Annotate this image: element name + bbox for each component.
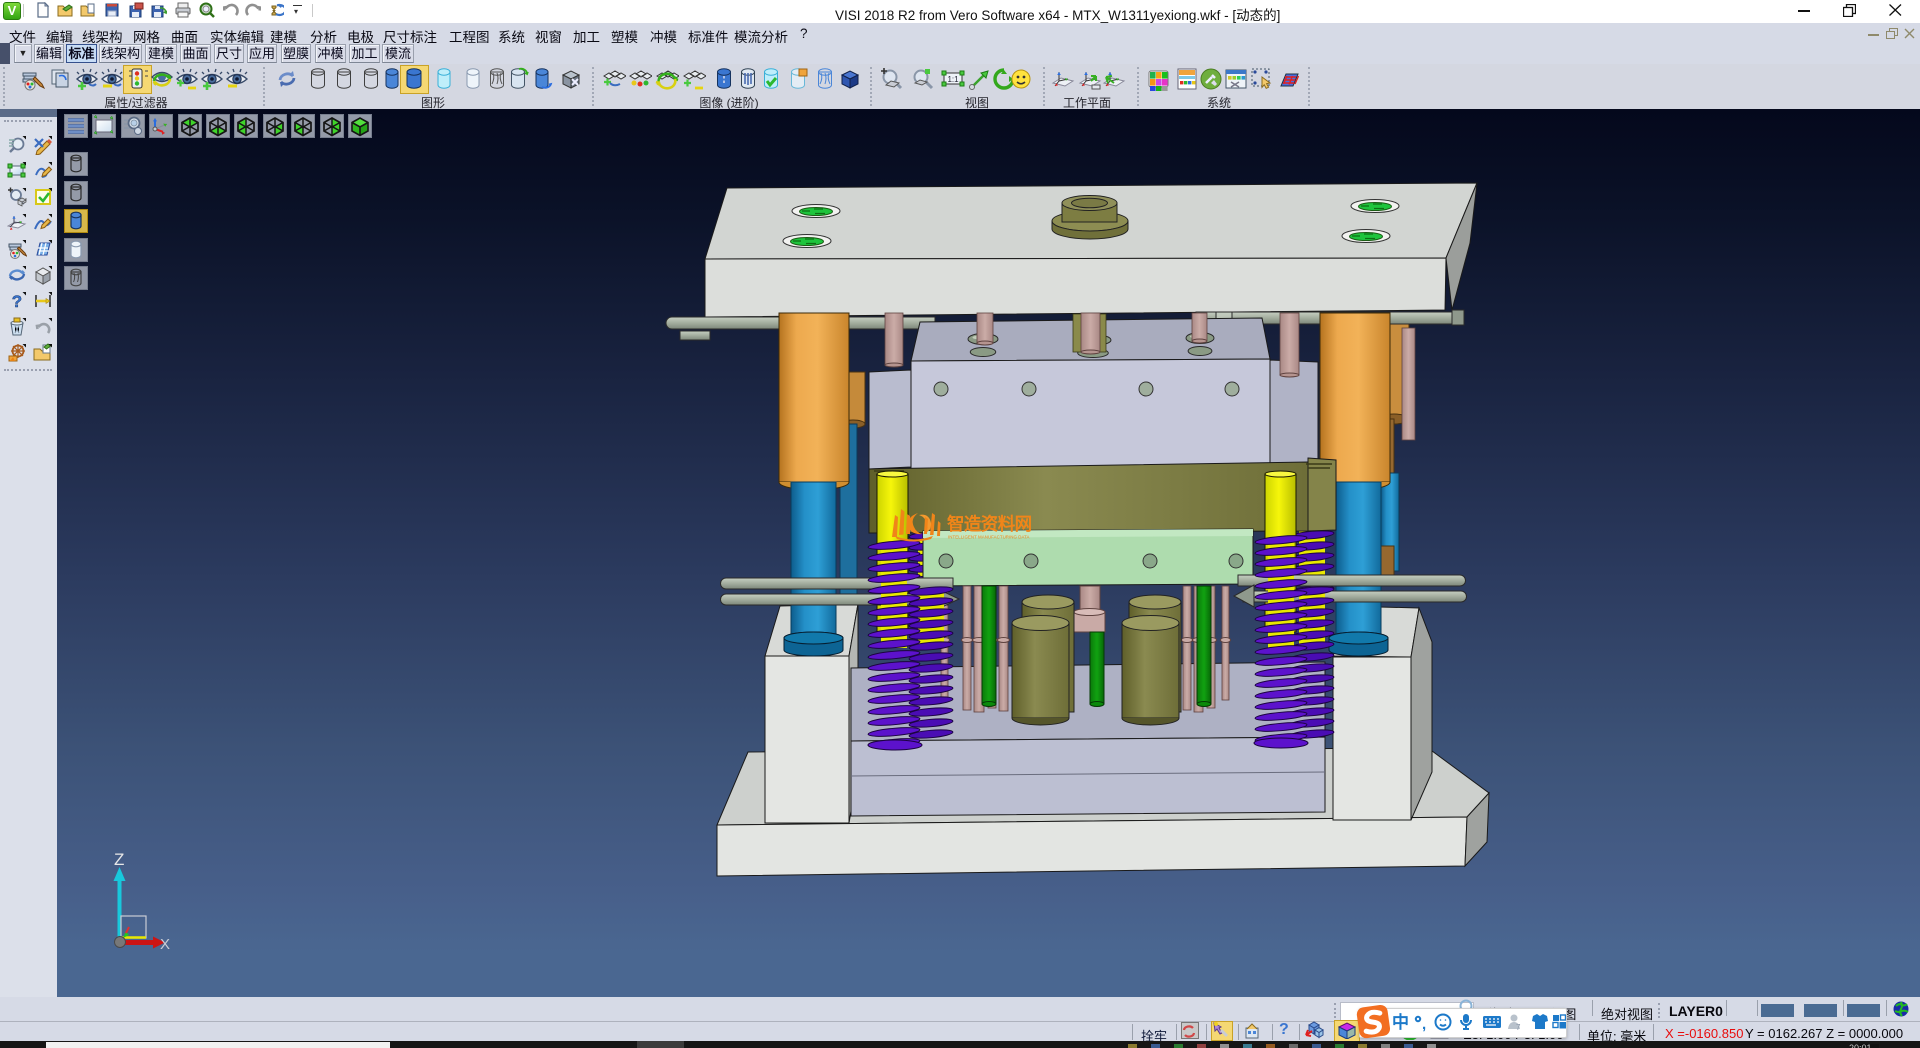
svg-text:Z: Z xyxy=(114,850,124,869)
svg-text:X: X xyxy=(160,936,170,953)
svg-text:7: 7 xyxy=(1516,1023,1521,1032)
svg-text:INTELLIGENT MANUFACTURING DATA: INTELLIGENT MANUFACTURING DATA xyxy=(948,535,1030,540)
svg-text:1:1: 1:1 xyxy=(947,75,959,84)
svg-text:,: , xyxy=(1422,1016,1426,1032)
svg-text:智造资料网: 智造资料网 xyxy=(947,514,1032,534)
svg-text:中: 中 xyxy=(1392,1012,1409,1032)
svg-text:?: ? xyxy=(12,292,22,311)
